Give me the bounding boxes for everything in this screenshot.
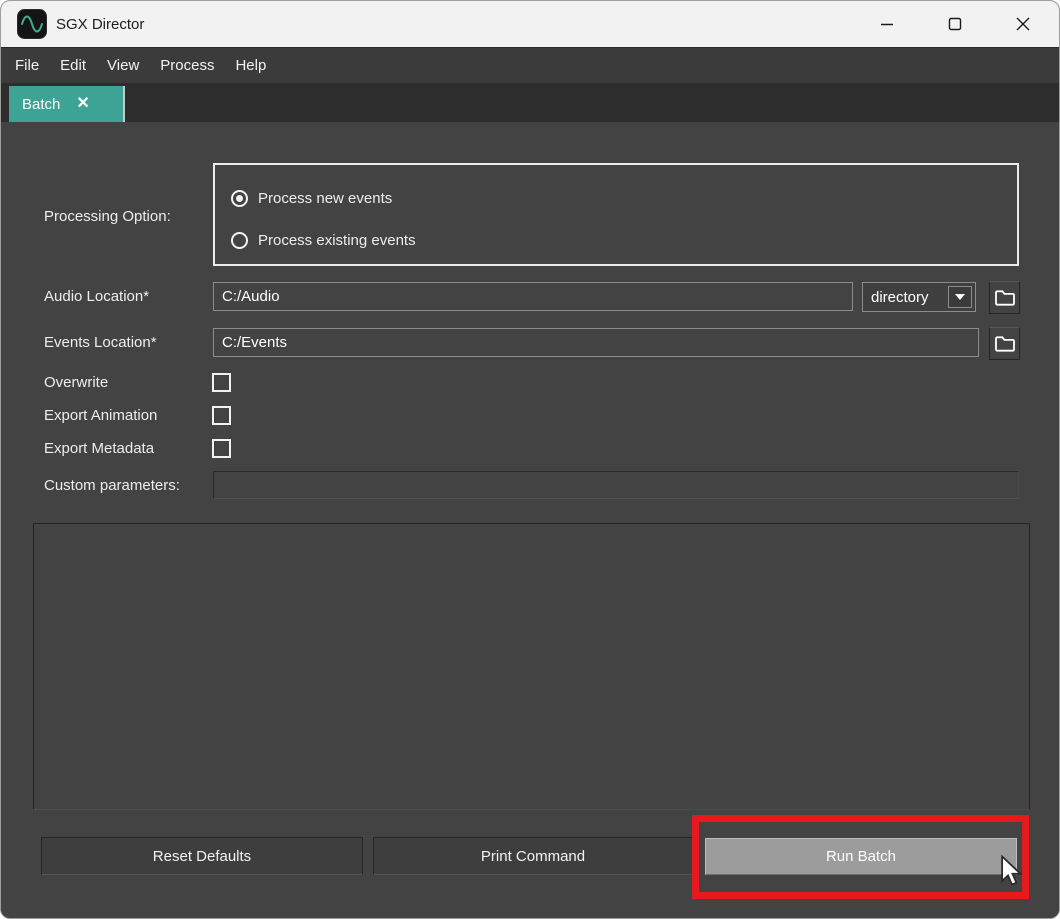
- radio-button-icon: [231, 232, 248, 249]
- processing-option-group: Process new events Process existing even…: [213, 163, 1019, 266]
- export-metadata-label: Export Metadata: [44, 438, 154, 460]
- overwrite-label: Overwrite: [44, 372, 108, 394]
- audio-location-label: Audio Location*: [44, 286, 149, 308]
- print-command-button[interactable]: Print Command: [373, 837, 693, 875]
- export-animation-checkbox[interactable]: [212, 406, 231, 425]
- radio-process-new-events[interactable]: Process new events: [231, 189, 392, 207]
- radio-button-icon: [231, 190, 248, 207]
- processing-option-label: Processing Option:: [44, 206, 171, 228]
- title-bar: SGX Director: [1, 1, 1059, 47]
- app-logo-icon: [17, 9, 47, 39]
- maximize-icon: [948, 17, 962, 31]
- chevron-down-icon: [955, 294, 965, 300]
- events-browse-button[interactable]: [989, 327, 1020, 360]
- tab-batch[interactable]: Batch ✕: [9, 86, 125, 122]
- custom-parameters-label: Custom parameters:: [44, 475, 180, 497]
- dropdown-arrow-button[interactable]: [948, 286, 972, 308]
- tab-bar: Batch ✕: [1, 83, 1059, 122]
- tab-label: Batch: [22, 96, 60, 113]
- run-batch-button[interactable]: Run Batch: [705, 838, 1017, 875]
- reset-defaults-button[interactable]: Reset Defaults: [41, 837, 363, 875]
- menu-file[interactable]: File: [5, 49, 49, 82]
- menu-bar: File Edit View Process Help: [1, 47, 1059, 83]
- audio-type-dropdown[interactable]: directory: [862, 282, 976, 312]
- menu-edit[interactable]: Edit: [50, 49, 96, 82]
- radio-process-existing-events[interactable]: Process existing events: [231, 231, 416, 249]
- audio-browse-button[interactable]: [989, 281, 1020, 314]
- minimize-icon: [880, 17, 894, 31]
- radio-label: Process new events: [258, 190, 392, 207]
- export-metadata-checkbox[interactable]: [212, 439, 231, 458]
- events-location-label: Events Location*: [44, 332, 157, 354]
- close-button[interactable]: [989, 1, 1057, 47]
- audio-location-input[interactable]: [213, 282, 853, 311]
- dropdown-selected-value: directory: [871, 289, 929, 306]
- overwrite-checkbox[interactable]: [212, 373, 231, 392]
- batch-panel: Processing Option: Process new events Pr…: [1, 122, 1059, 919]
- minimize-button[interactable]: [853, 1, 921, 47]
- window-controls: [853, 1, 1057, 47]
- folder-icon: [994, 334, 1016, 353]
- maximize-button[interactable]: [921, 1, 989, 47]
- folder-icon: [994, 288, 1016, 307]
- close-icon: [1016, 17, 1030, 31]
- export-animation-label: Export Animation: [44, 405, 157, 427]
- menu-help[interactable]: Help: [225, 49, 276, 82]
- app-window: SGX Director File Edit View Process Help…: [0, 0, 1060, 919]
- output-log-panel: [33, 523, 1030, 810]
- menu-process[interactable]: Process: [150, 49, 224, 82]
- events-location-input[interactable]: [213, 328, 979, 357]
- radio-label: Process existing events: [258, 232, 416, 249]
- menu-view[interactable]: View: [97, 49, 149, 82]
- tab-close-icon[interactable]: ✕: [76, 96, 89, 112]
- custom-parameters-input[interactable]: [213, 471, 1019, 499]
- window-title: SGX Director: [56, 16, 144, 33]
